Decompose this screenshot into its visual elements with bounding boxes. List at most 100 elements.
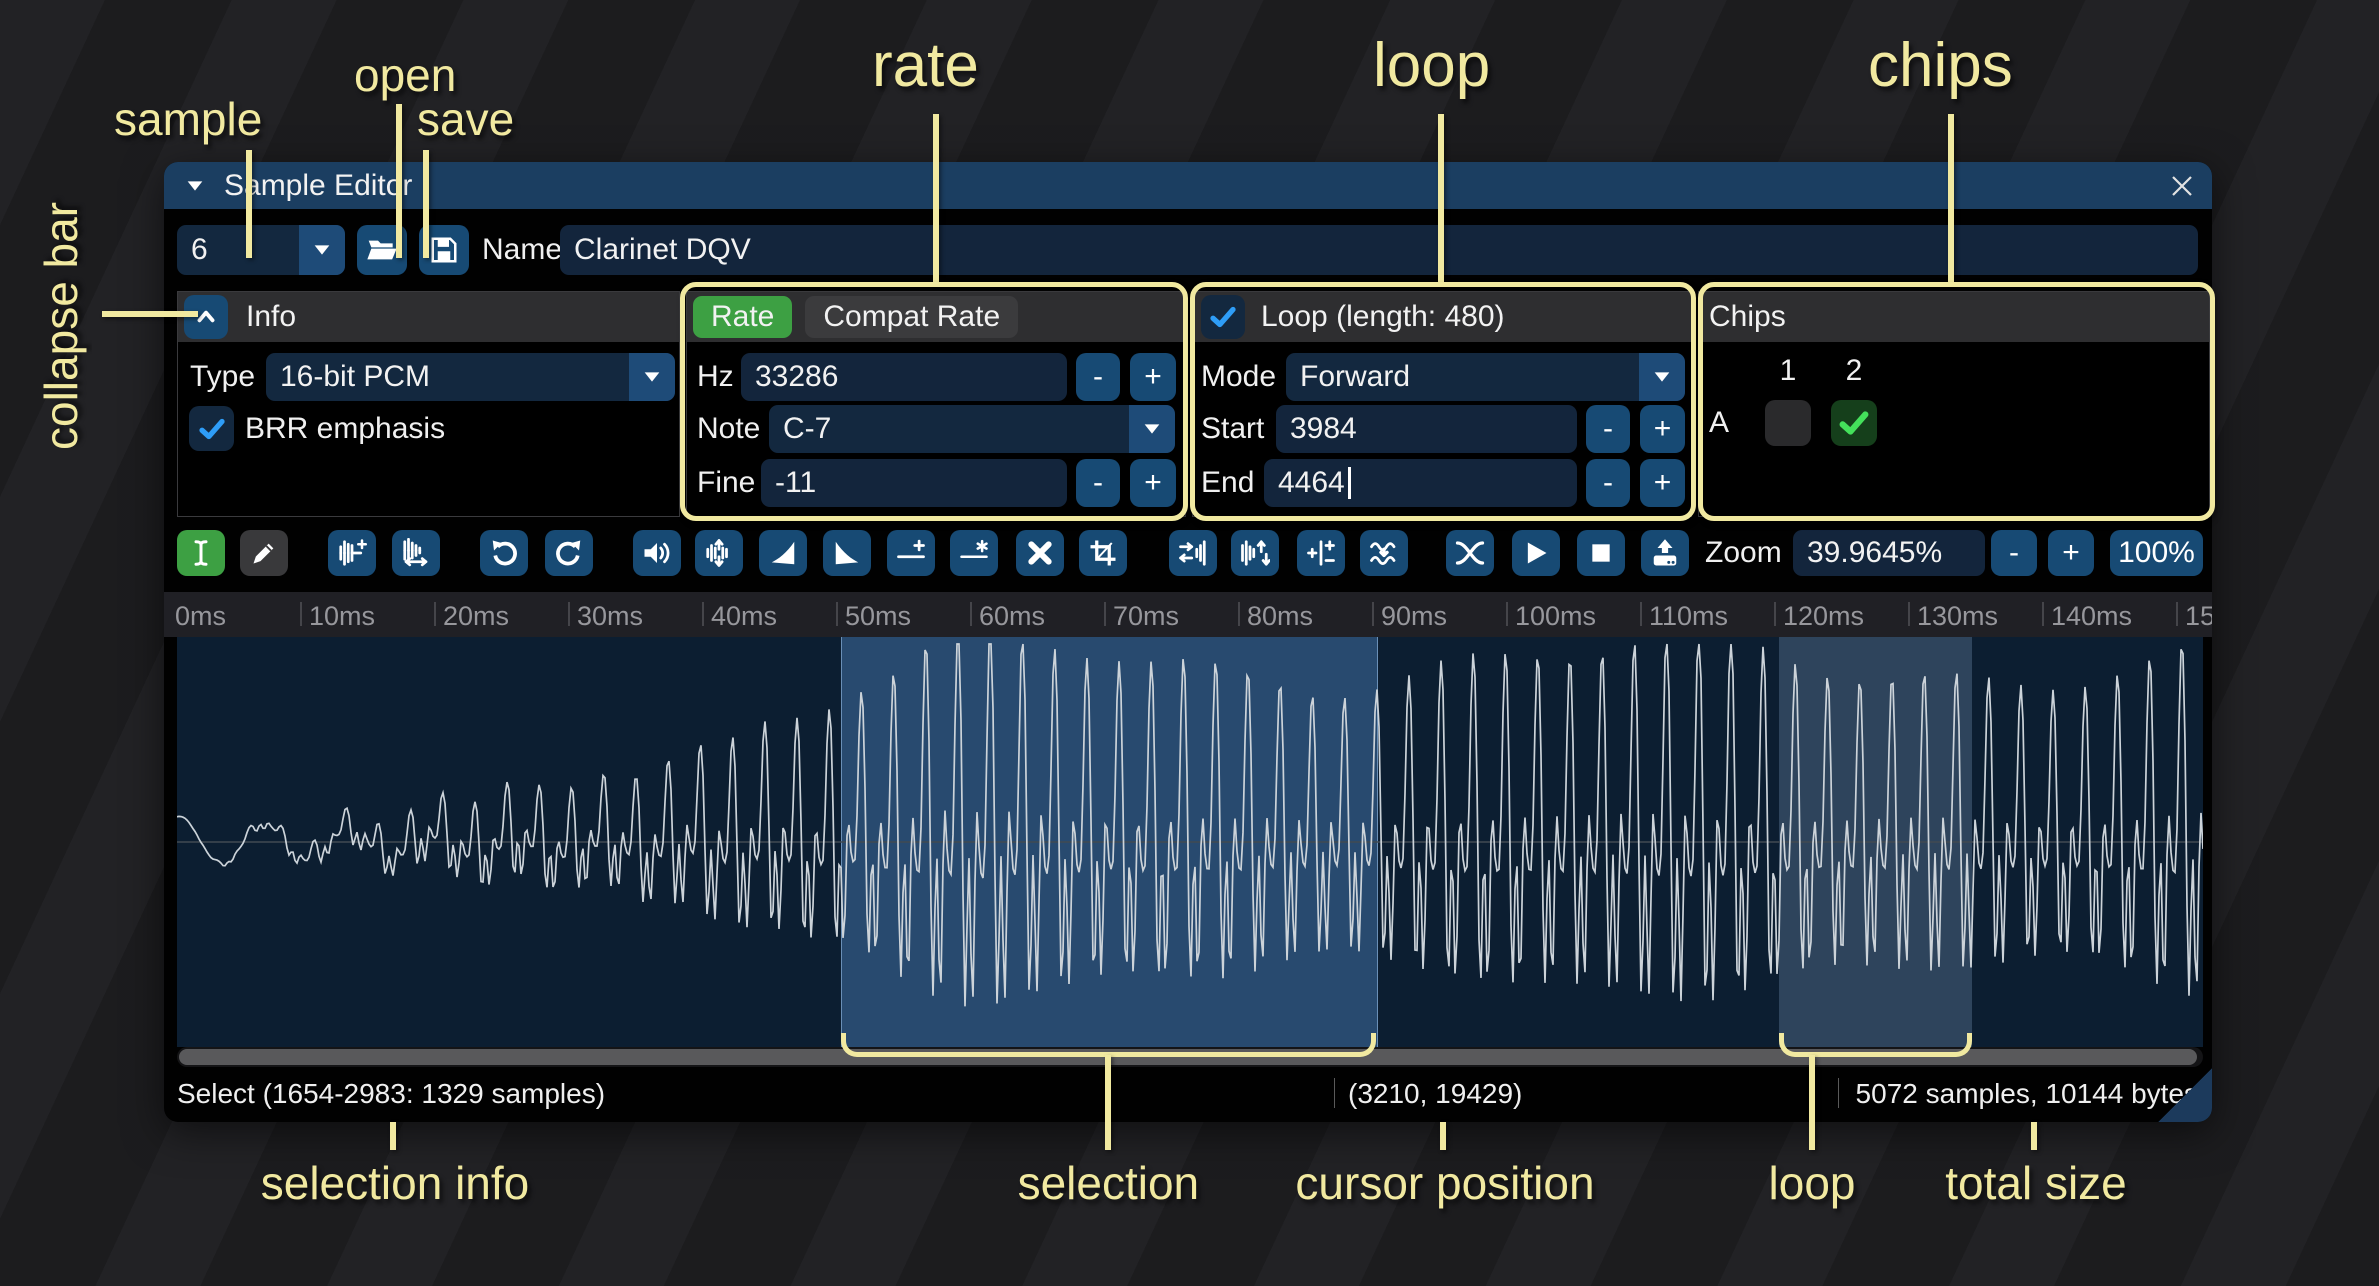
timeline-ruler[interactable]: 0ms10ms20ms30ms40ms50ms60ms70ms80ms90ms1… — [164, 592, 2212, 637]
collapse-button[interactable] — [184, 295, 228, 339]
loop-end-label: End — [1201, 459, 1254, 507]
check-icon — [1837, 406, 1871, 440]
annotation-line-total-size — [2031, 1122, 2037, 1150]
scrollbar-thumb[interactable] — [179, 1049, 2197, 1065]
annotation-collapse-bar: collapse bar — [34, 190, 88, 450]
fade-in-button[interactable] — [759, 530, 807, 576]
fade-in-icon — [768, 538, 798, 568]
annotation-save: save — [417, 92, 514, 146]
play-button[interactable] — [1512, 530, 1560, 576]
reverse-button[interactable] — [1169, 530, 1217, 576]
status-separator — [1838, 1078, 1839, 1108]
signed-unsigned-button[interactable] — [1297, 530, 1345, 576]
check-icon — [197, 414, 227, 444]
hz-input[interactable]: 33286 — [741, 353, 1067, 401]
line-asterisk-icon — [959, 538, 989, 568]
ruler-tick-label: 110ms — [1649, 601, 1728, 632]
hz-plus-button[interactable]: + — [1130, 353, 1176, 401]
type-label: Type — [190, 353, 255, 401]
stop-button[interactable] — [1577, 530, 1625, 576]
invert-button[interactable] — [1231, 530, 1279, 576]
chip-checkbox-unchecked[interactable] — [1765, 400, 1811, 446]
titlebar[interactable]: Sample Editor — [164, 162, 2212, 209]
cursor-position-text: (3210, 19429) — [1348, 1078, 1522, 1110]
compat-rate-button[interactable]: Compat Rate — [805, 296, 1018, 338]
crossfade-button[interactable] — [1446, 530, 1494, 576]
annotation-line-chips — [1948, 114, 1954, 282]
loop-end-input[interactable]: 4464 — [1264, 459, 1577, 507]
ruler-tick — [434, 602, 436, 626]
preview-button[interactable] — [633, 530, 681, 576]
fine-plus-button[interactable]: + — [1130, 459, 1176, 507]
annotation-line-selection-info — [390, 1122, 396, 1150]
zoom-input[interactable]: 39.9645% — [1793, 530, 1985, 576]
text-cursor — [1348, 467, 1351, 499]
resize-grip[interactable] — [2156, 1066, 2212, 1122]
undo-button[interactable] — [480, 530, 528, 576]
ruler-tick-label: 130ms — [1917, 601, 1998, 632]
window-collapse-icon[interactable] — [184, 175, 206, 197]
apply-silence-button[interactable] — [950, 530, 998, 576]
note-select[interactable]: C-7 — [769, 405, 1175, 453]
fade-out-icon — [832, 538, 862, 568]
insert-silence-button[interactable] — [887, 530, 935, 576]
scrollbar-track[interactable] — [177, 1047, 2203, 1067]
normalize-button[interactable] — [695, 530, 743, 576]
trim-button[interactable] — [1079, 530, 1127, 576]
ruler-tick — [2042, 602, 2044, 626]
fade-out-button[interactable] — [823, 530, 871, 576]
chevron-down-icon — [299, 225, 345, 275]
draw-mode-button[interactable] — [240, 530, 288, 576]
redo-button[interactable] — [545, 530, 593, 576]
amplify-button[interactable] — [328, 530, 376, 576]
ruler-tick-label: 90ms — [1381, 601, 1447, 632]
chevron-up-icon — [193, 304, 219, 330]
ruler-tick-label: 30ms — [577, 601, 643, 632]
chips-panel: Chips 1 2 A — [1698, 291, 2210, 517]
loop-start-label: Start — [1201, 405, 1264, 453]
zoom-label: Zoom — [1705, 530, 1782, 576]
zoom-reset-button[interactable]: 100% — [2110, 530, 2203, 576]
delete-button[interactable] — [1016, 530, 1064, 576]
resize-button[interactable] — [392, 530, 440, 576]
sample-number-select[interactable]: 6 — [177, 225, 345, 275]
chevron-down-icon — [1129, 405, 1175, 453]
status-bar: Select (1654-2983: 1329 samples) (3210, … — [164, 1068, 2212, 1118]
fine-value: -11 — [775, 466, 816, 500]
type-select[interactable]: 16-bit PCM — [266, 353, 675, 401]
total-size-text: 5072 samples, 10144 bytes — [1856, 1078, 2198, 1110]
waveform-display[interactable] — [177, 637, 2203, 1047]
filter-button[interactable] — [1360, 530, 1408, 576]
chips-panel-title: Chips — [1709, 300, 1786, 334]
wave-stretch-icon — [401, 538, 431, 568]
select-mode-button[interactable] — [177, 530, 225, 576]
ruler-tick-label: 100ms — [1515, 601, 1596, 632]
loop-end-plus-button[interactable]: + — [1640, 459, 1685, 507]
line-plus-icon — [896, 538, 926, 568]
loop-start-plus-button[interactable]: + — [1640, 405, 1685, 453]
loop-end-minus-button[interactable]: - — [1586, 459, 1630, 507]
rate-mode-button[interactable]: Rate — [693, 296, 792, 338]
annotation-line-loop-bottom — [1809, 1055, 1815, 1150]
reverse-icon — [1178, 538, 1208, 568]
x-icon — [1027, 540, 1053, 566]
fine-minus-button[interactable]: - — [1076, 459, 1120, 507]
brr-emphasis-checkbox[interactable] — [189, 406, 234, 451]
loop-start-input[interactable]: 3984 — [1276, 405, 1577, 453]
loop-end-value: 4464 — [1278, 466, 1345, 500]
fine-input[interactable]: -11 — [761, 459, 1067, 507]
chip-checkbox-checked[interactable] — [1831, 400, 1877, 446]
zoom-in-button[interactable]: + — [2048, 530, 2094, 576]
loop-mode-select[interactable]: Forward — [1286, 353, 1685, 401]
zoom-out-button[interactable]: - — [1991, 530, 2037, 576]
loop-start-minus-button[interactable]: - — [1586, 405, 1630, 453]
ruler-tick — [1908, 602, 1910, 626]
export-button[interactable] — [1641, 530, 1689, 576]
hz-minus-button[interactable]: - — [1076, 353, 1120, 401]
close-icon[interactable] — [2166, 170, 2198, 202]
speaker-icon — [642, 538, 672, 568]
invert-icon — [1240, 538, 1270, 568]
loop-enable-checkbox[interactable] — [1201, 295, 1245, 339]
chip-column-2: 2 — [1831, 354, 1877, 388]
folder-open-icon — [366, 234, 398, 266]
